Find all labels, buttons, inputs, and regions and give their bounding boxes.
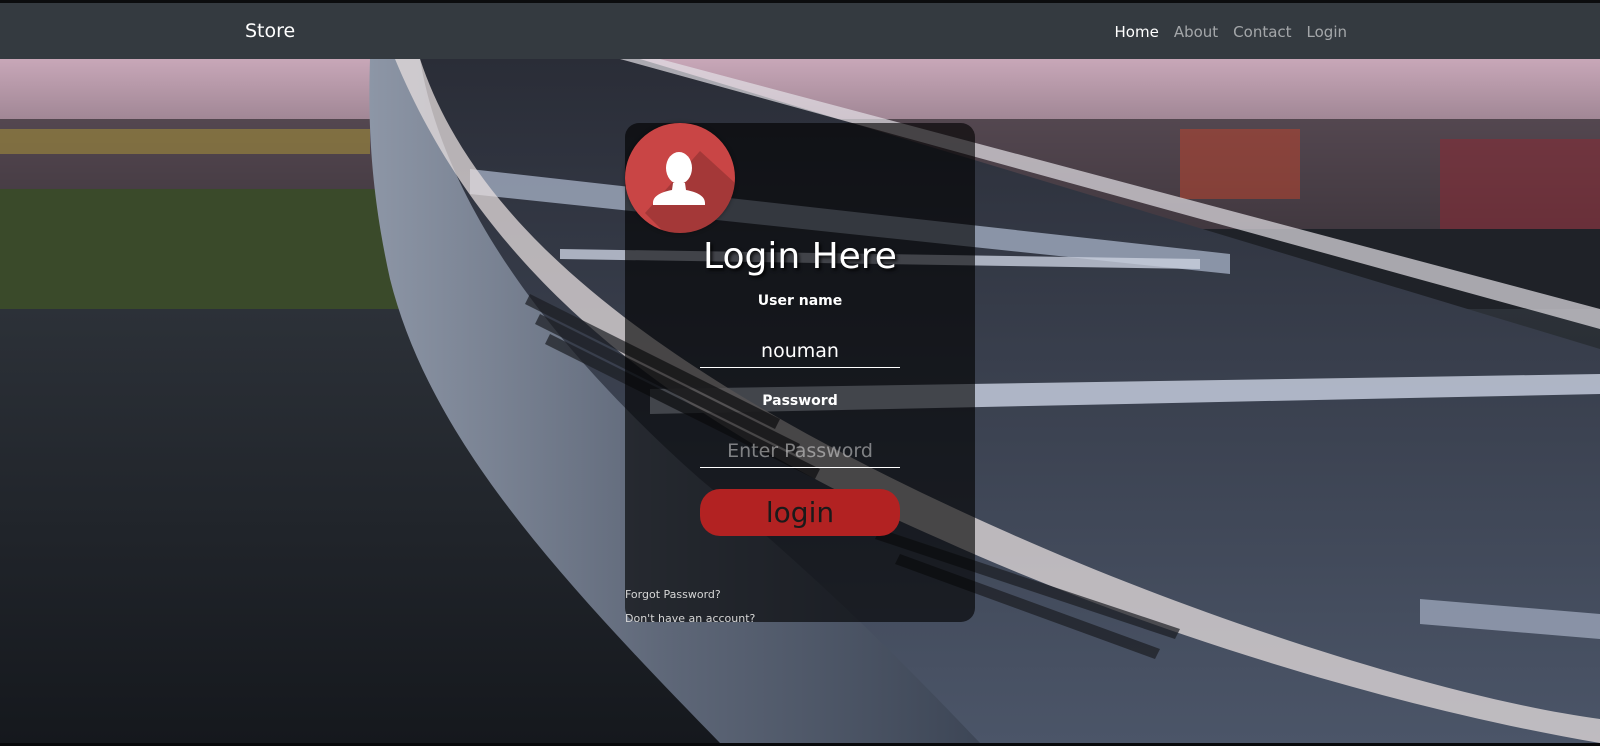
- username-input[interactable]: [700, 335, 900, 368]
- password-label: Password: [762, 393, 838, 409]
- nav-link-login[interactable]: Login: [1307, 23, 1347, 41]
- nav-links: Home About Contact Login: [1100, 23, 1347, 41]
- nav-link-home[interactable]: Home: [1115, 23, 1159, 41]
- brand-link[interactable]: Store: [245, 20, 295, 42]
- login-title: Login Here: [703, 236, 897, 277]
- password-input[interactable]: [700, 435, 900, 468]
- navbar: Store Home About Contact Login: [0, 3, 1600, 59]
- user-silhouette-icon: [645, 151, 735, 233]
- username-label: User name: [757, 293, 843, 309]
- forgot-password-link[interactable]: Forgot Password?: [625, 588, 721, 601]
- signup-link[interactable]: Don't have an account?: [625, 612, 755, 625]
- nav-link-about[interactable]: About: [1174, 23, 1218, 41]
- nav-link-contact[interactable]: Contact: [1233, 23, 1291, 41]
- login-button[interactable]: login: [700, 489, 900, 536]
- avatar: [625, 123, 735, 233]
